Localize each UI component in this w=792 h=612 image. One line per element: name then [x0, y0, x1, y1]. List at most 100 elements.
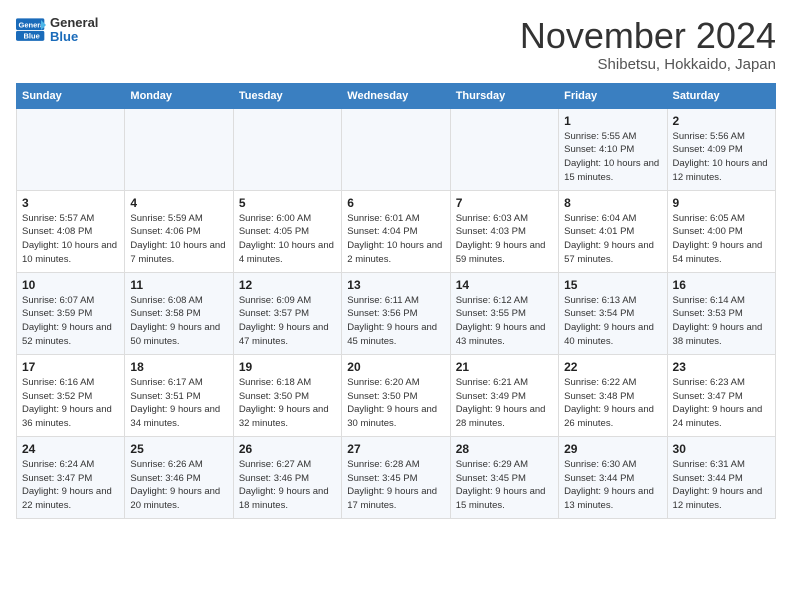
week-row-2: 3Sunrise: 5:57 AM Sunset: 4:08 PM Daylig… — [17, 190, 776, 272]
day-number: 7 — [456, 196, 553, 210]
day-number: 22 — [564, 360, 661, 374]
day-number: 9 — [673, 196, 770, 210]
day-info: Sunrise: 6:01 AM Sunset: 4:04 PM Dayligh… — [347, 212, 444, 267]
weekday-header-row: SundayMondayTuesdayWednesdayThursdayFrid… — [17, 83, 776, 108]
day-info: Sunrise: 6:23 AM Sunset: 3:47 PM Dayligh… — [673, 376, 770, 431]
day-number: 4 — [130, 196, 227, 210]
calendar-cell: 10 Sunrise: 6:07 AM Sunset: 3:59 PM Dayli… — [17, 272, 125, 354]
day-number: 30 — [673, 442, 770, 456]
calendar-cell: 3Sunrise: 5:57 AM Sunset: 4:08 PM Daylig… — [17, 190, 125, 272]
calendar-cell: 24 Sunrise: 6:24 AM Sunset: 3:47 PM Dayli… — [17, 436, 125, 518]
day-info: Sunrise: 6:26 AM Sunset: 3:46 PM Dayligh… — [130, 458, 227, 513]
day-info: Sunrise: 6:29 AM Sunset: 3:45 PM Dayligh… — [456, 458, 553, 513]
day-info: Sunrise: 6:20 AM Sunset: 3:50 PM Dayligh… — [347, 376, 444, 431]
day-number: 11 — [130, 278, 227, 292]
day-info: Sunrise: 6:14 AM Sunset: 3:53 PM Dayligh… — [673, 294, 770, 349]
calendar-cell — [233, 108, 341, 190]
calendar-cell: 18Sunrise: 6:17 AM Sunset: 3:51 PM Dayli… — [125, 354, 233, 436]
calendar-cell — [450, 108, 558, 190]
day-number: 15 — [564, 278, 661, 292]
calendar-cell: 20 Sunrise: 6:20 AM Sunset: 3:50 PM Dayli… — [342, 354, 450, 436]
calendar-cell: 26 Sunrise: 6:27 AM Sunset: 3:46 PM Dayli… — [233, 436, 341, 518]
calendar-cell: 7 Sunrise: 6:03 AM Sunset: 4:03 PM Daylig… — [450, 190, 558, 272]
calendar-cell: 21 Sunrise: 6:21 AM Sunset: 3:49 PM Dayli… — [450, 354, 558, 436]
day-info: Sunrise: 6:31 AM Sunset: 3:44 PM Dayligh… — [673, 458, 770, 513]
day-info: Sunrise: 6:12 AM Sunset: 3:55 PM Dayligh… — [456, 294, 553, 349]
day-number: 29 — [564, 442, 661, 456]
calendar-subtitle: Shibetsu, Hokkaido, Japan — [520, 56, 776, 73]
header: General Blue General Blue November 2024 … — [16, 16, 776, 73]
day-number: 25 — [130, 442, 227, 456]
day-number: 28 — [456, 442, 553, 456]
calendar-cell: 6 Sunrise: 6:01 AM Sunset: 4:04 PM Daylig… — [342, 190, 450, 272]
day-info: Sunrise: 6:11 AM Sunset: 3:56 PM Dayligh… — [347, 294, 444, 349]
calendar-cell — [342, 108, 450, 190]
calendar-title: November 2024 — [520, 16, 776, 56]
day-number: 16 — [673, 278, 770, 292]
day-info: Sunrise: 6:04 AM Sunset: 4:01 PM Dayligh… — [564, 212, 661, 267]
week-row-3: 10 Sunrise: 6:07 AM Sunset: 3:59 PM Dayli… — [17, 272, 776, 354]
day-info: Sunrise: 6:24 AM Sunset: 3:47 PM Dayligh… — [22, 458, 119, 513]
day-info: Sunrise: 6:13 AM Sunset: 3:54 PM Dayligh… — [564, 294, 661, 349]
calendar-cell: 14 Sunrise: 6:12 AM Sunset: 3:55 PM Dayli… — [450, 272, 558, 354]
day-info: Sunrise: 6:07 AM Sunset: 3:59 PM Dayligh… — [22, 294, 119, 349]
calendar-cell: 23Sunrise: 6:23 AM Sunset: 3:47 PM Dayli… — [667, 354, 775, 436]
day-number: 19 — [239, 360, 336, 374]
day-number: 6 — [347, 196, 444, 210]
day-info: Sunrise: 6:27 AM Sunset: 3:46 PM Dayligh… — [239, 458, 336, 513]
calendar-cell: 30 Sunrise: 6:31 AM Sunset: 3:44 PM Dayli… — [667, 436, 775, 518]
weekday-header-monday: Monday — [125, 83, 233, 108]
day-info: Sunrise: 6:18 AM Sunset: 3:50 PM Dayligh… — [239, 376, 336, 431]
calendar-cell: 13 Sunrise: 6:11 AM Sunset: 3:56 PM Dayli… — [342, 272, 450, 354]
day-number: 26 — [239, 442, 336, 456]
day-number: 10 — [22, 278, 119, 292]
day-number: 13 — [347, 278, 444, 292]
day-number: 5 — [239, 196, 336, 210]
day-info: Sunrise: 6:21 AM Sunset: 3:49 PM Dayligh… — [456, 376, 553, 431]
weekday-header-sunday: Sunday — [17, 83, 125, 108]
calendar-header: SundayMondayTuesdayWednesdayThursdayFrid… — [17, 83, 776, 108]
day-info: Sunrise: 6:16 AM Sunset: 3:52 PM Dayligh… — [22, 376, 119, 431]
day-info: Sunrise: 6:22 AM Sunset: 3:48 PM Dayligh… — [564, 376, 661, 431]
day-info: Sunrise: 6:00 AM Sunset: 4:05 PM Dayligh… — [239, 212, 336, 267]
week-row-5: 24 Sunrise: 6:24 AM Sunset: 3:47 PM Dayli… — [17, 436, 776, 518]
calendar-cell: 16 Sunrise: 6:14 AM Sunset: 3:53 PM Dayli… — [667, 272, 775, 354]
day-info: Sunrise: 5:56 AM Sunset: 4:09 PM Dayligh… — [673, 130, 770, 185]
calendar-cell — [17, 108, 125, 190]
day-info: Sunrise: 6:05 AM Sunset: 4:00 PM Dayligh… — [673, 212, 770, 267]
calendar-table: SundayMondayTuesdayWednesdayThursdayFrid… — [16, 83, 776, 519]
calendar-cell: 19 Sunrise: 6:18 AM Sunset: 3:50 PM Dayli… — [233, 354, 341, 436]
weekday-header-saturday: Saturday — [667, 83, 775, 108]
day-info: Sunrise: 6:28 AM Sunset: 3:45 PM Dayligh… — [347, 458, 444, 513]
day-info: Sunrise: 6:17 AM Sunset: 3:51 PM Dayligh… — [130, 376, 227, 431]
day-number: 27 — [347, 442, 444, 456]
calendar-cell: 8Sunrise: 6:04 AM Sunset: 4:01 PM Daylig… — [559, 190, 667, 272]
calendar-cell: 29Sunrise: 6:30 AM Sunset: 3:44 PM Dayli… — [559, 436, 667, 518]
day-number: 1 — [564, 114, 661, 128]
calendar-cell: 12 Sunrise: 6:09 AM Sunset: 3:57 PM Dayli… — [233, 272, 341, 354]
calendar-cell: 22 Sunrise: 6:22 AM Sunset: 3:48 PM Dayli… — [559, 354, 667, 436]
calendar-cell: 15 Sunrise: 6:13 AM Sunset: 3:54 PM Dayli… — [559, 272, 667, 354]
title-section: November 2024 Shibetsu, Hokkaido, Japan — [520, 16, 776, 73]
weekday-header-tuesday: Tuesday — [233, 83, 341, 108]
calendar-body: 1Sunrise: 5:55 AM Sunset: 4:10 PM Daylig… — [17, 108, 776, 518]
day-number: 20 — [347, 360, 444, 374]
logo-blue: Blue — [50, 30, 98, 44]
day-number: 24 — [22, 442, 119, 456]
day-number: 17 — [22, 360, 119, 374]
day-number: 14 — [456, 278, 553, 292]
calendar-cell: 2 Sunrise: 5:56 AM Sunset: 4:09 PM Daylig… — [667, 108, 775, 190]
calendar-cell: 25 Sunrise: 6:26 AM Sunset: 3:46 PM Dayli… — [125, 436, 233, 518]
logo: General Blue General Blue — [16, 16, 98, 45]
week-row-1: 1Sunrise: 5:55 AM Sunset: 4:10 PM Daylig… — [17, 108, 776, 190]
weekday-header-thursday: Thursday — [450, 83, 558, 108]
day-number: 12 — [239, 278, 336, 292]
weekday-header-wednesday: Wednesday — [342, 83, 450, 108]
week-row-4: 17 Sunrise: 6:16 AM Sunset: 3:52 PM Dayli… — [17, 354, 776, 436]
day-number: 21 — [456, 360, 553, 374]
day-info: Sunrise: 6:03 AM Sunset: 4:03 PM Dayligh… — [456, 212, 553, 267]
calendar-cell: 1Sunrise: 5:55 AM Sunset: 4:10 PM Daylig… — [559, 108, 667, 190]
day-info: Sunrise: 5:59 AM Sunset: 4:06 PM Dayligh… — [130, 212, 227, 267]
day-info: Sunrise: 6:09 AM Sunset: 3:57 PM Dayligh… — [239, 294, 336, 349]
day-number: 2 — [673, 114, 770, 128]
